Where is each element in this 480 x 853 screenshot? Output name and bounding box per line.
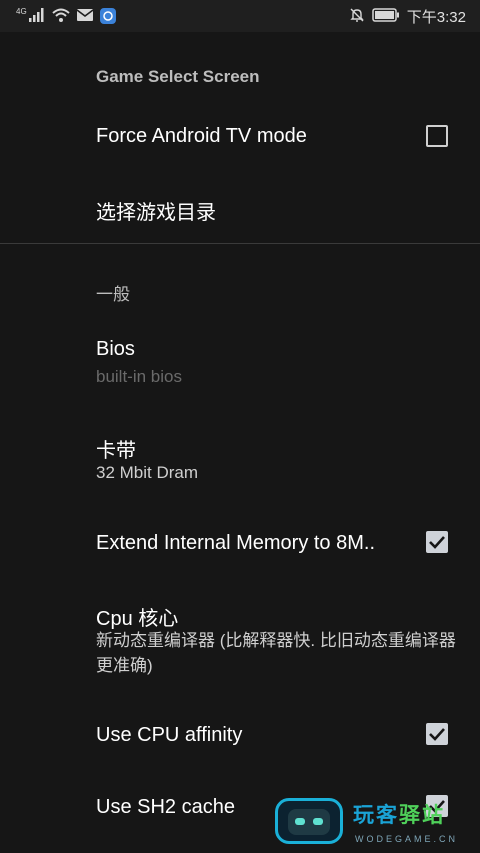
pref-cartridge[interactable]: 卡带 32 Mbit Dram bbox=[0, 414, 480, 498]
robot-face bbox=[288, 809, 330, 835]
app-icon bbox=[99, 8, 116, 24]
category-general: 一般 bbox=[96, 285, 130, 304]
pref-cpu-affinity[interactable]: Use CPU affinity bbox=[0, 702, 480, 768]
status-bar-right: 下午3:32 bbox=[349, 6, 466, 27]
signal-icon bbox=[28, 7, 45, 25]
clock: 下午3:32 bbox=[406, 8, 466, 26]
pref-summary: 32 Mbit Dram bbox=[96, 463, 199, 482]
extend-memory-checkbox[interactable] bbox=[426, 531, 448, 553]
settings-screen: 4G 下午3:32 Game Select Screen Force Andro… bbox=[0, 0, 480, 853]
pref-title: 选择游戏目录 bbox=[96, 202, 216, 224]
pref-summary: 新动态重编译器 (比解释器快. 比旧动态重编译器更准确) bbox=[96, 631, 456, 675]
pref-title: Use SH2 cache bbox=[96, 796, 235, 818]
watermark-text: 玩客驿站 bbox=[353, 799, 445, 829]
category-game-select: Game Select Screen bbox=[96, 67, 260, 86]
section-divider bbox=[0, 243, 480, 244]
pref-title: Force Android TV mode bbox=[96, 125, 307, 147]
wifi-icon bbox=[52, 8, 70, 25]
robot-eye bbox=[295, 818, 305, 825]
mail-icon bbox=[76, 8, 94, 24]
pref-force-tv-mode[interactable]: Force Android TV mode bbox=[0, 104, 480, 170]
check-icon bbox=[429, 536, 445, 549]
bell-off-icon bbox=[349, 7, 365, 26]
robot-logo-icon bbox=[275, 798, 343, 844]
watermark-text-green: 驿站 bbox=[399, 804, 445, 827]
pref-cpu-core[interactable]: Cpu 核心 新动态重编译器 (比解释器快. 比旧动态重编译器更准确) bbox=[0, 584, 480, 694]
pref-summary: built-in bios bbox=[96, 367, 182, 386]
pref-bios[interactable]: Bios built-in bios bbox=[0, 318, 480, 402]
pref-title: Bios bbox=[96, 338, 135, 360]
cpu-affinity-checkbox[interactable] bbox=[426, 723, 448, 745]
pref-select-game-dir[interactable]: 选择游戏目录 bbox=[0, 176, 480, 240]
watermark-url: WODEGAME.CN bbox=[355, 834, 459, 844]
watermark-logo: 玩客驿站 WODEGAME.CN bbox=[275, 796, 480, 853]
battery-icon bbox=[372, 7, 400, 25]
watermark-text-blue: 玩客 bbox=[353, 804, 399, 827]
status-bar: 4G 下午3:32 bbox=[0, 0, 480, 32]
pref-extend-memory[interactable]: Extend Internal Memory to 8M.. bbox=[0, 510, 480, 576]
robot-eye bbox=[313, 818, 323, 825]
pref-title: Cpu 核心 bbox=[96, 608, 179, 630]
force-tv-mode-checkbox[interactable] bbox=[426, 125, 448, 147]
pref-title: 卡带 bbox=[96, 440, 136, 462]
check-icon bbox=[429, 728, 445, 741]
network-type-label: 4G bbox=[16, 7, 27, 16]
status-bar-left: 4G bbox=[16, 7, 116, 25]
pref-title: Use CPU affinity bbox=[96, 724, 243, 746]
pref-title: Extend Internal Memory to 8M.. bbox=[96, 532, 376, 554]
